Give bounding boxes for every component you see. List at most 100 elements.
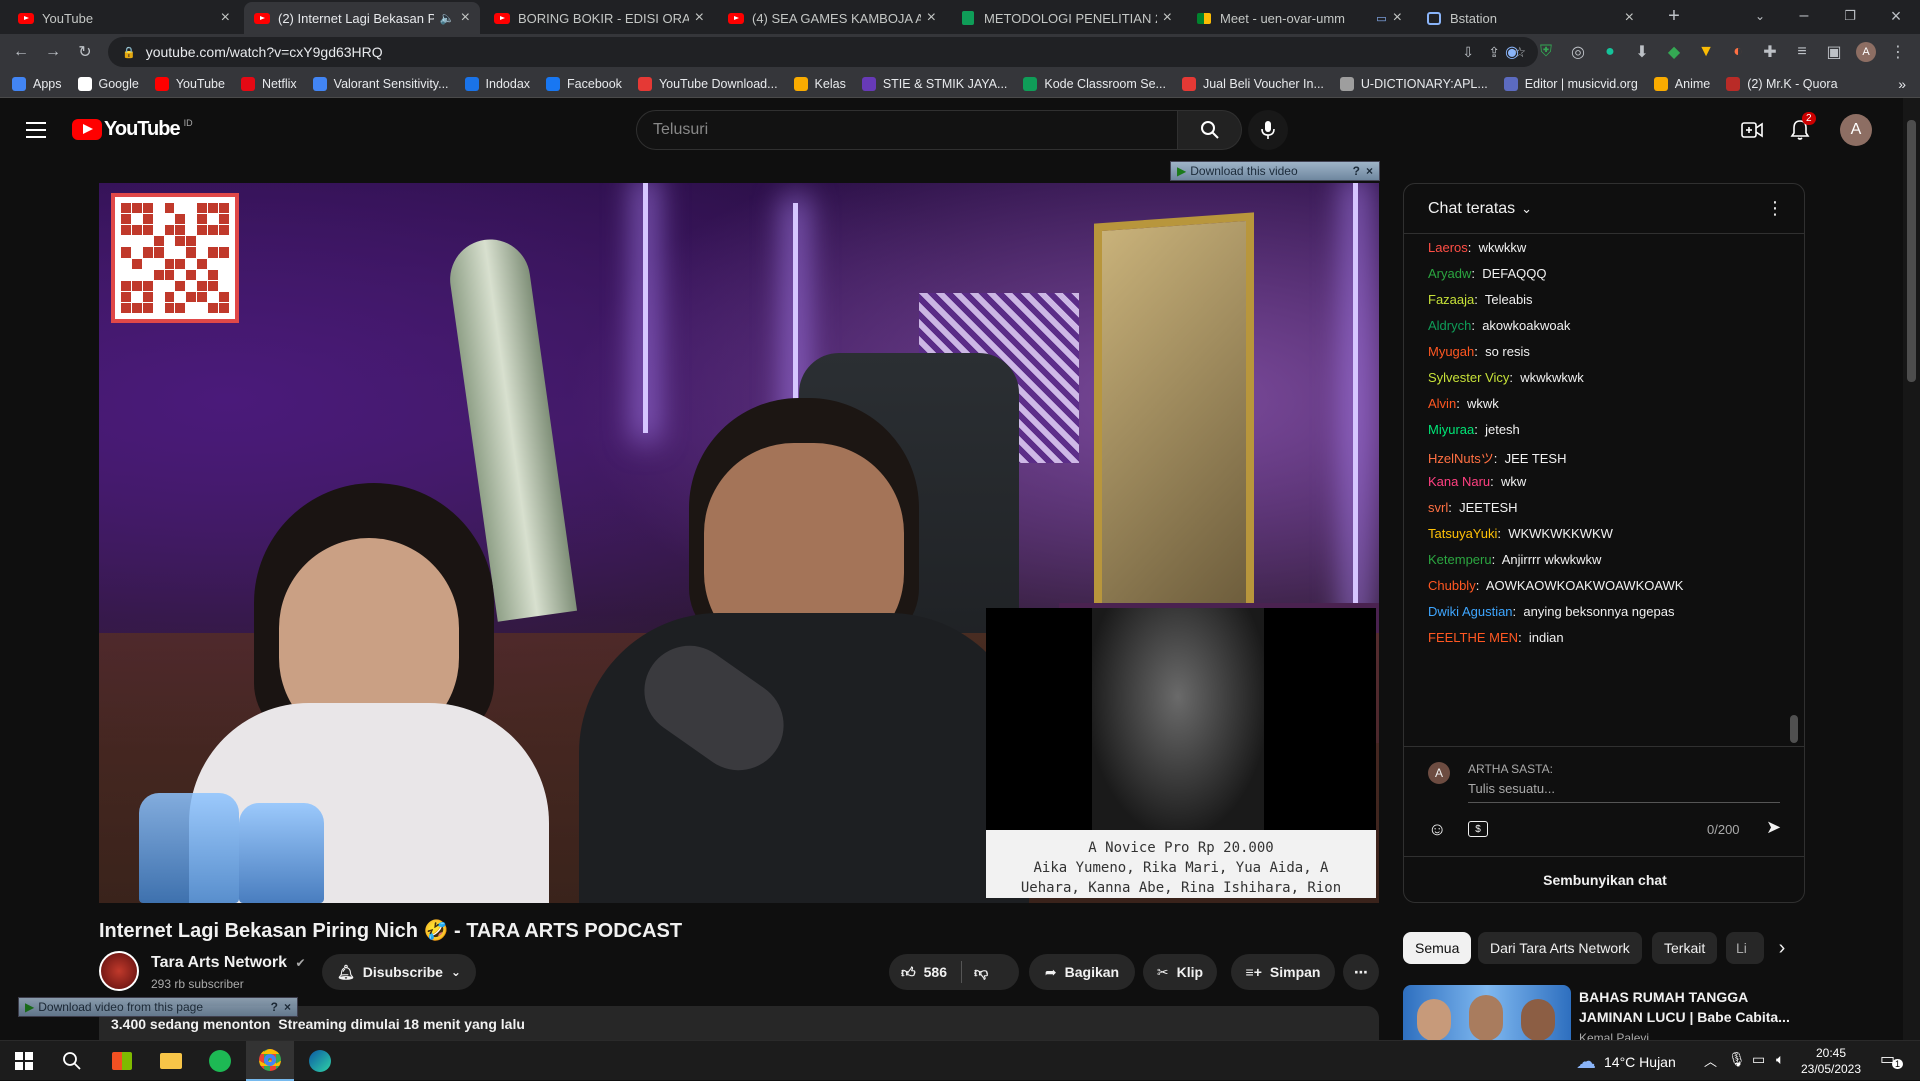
bookmark-item[interactable]: Editor | musicvid.org: [1503, 76, 1638, 91]
recommended-video-thumbnail[interactable]: [1403, 985, 1571, 1040]
voice-search-button[interactable]: [1248, 110, 1288, 150]
bookmark-item[interactable]: Kelas: [793, 76, 846, 91]
chevron-up-icon[interactable]: ︿: [1704, 1051, 1717, 1070]
bookmark-item[interactable]: Anime: [1653, 76, 1710, 91]
minimize-icon[interactable]: –: [1792, 4, 1816, 28]
notification-center-icon[interactable]: ▭ 1: [1880, 1049, 1904, 1073]
bookmark-item[interactable]: Facebook: [546, 76, 622, 91]
extension-icon[interactable]: ◆: [1662, 40, 1686, 64]
browser-tab[interactable]: YouTube ×: [8, 2, 240, 34]
extension-icon[interactable]: ▼: [1694, 40, 1718, 64]
chat-message[interactable]: TatsuyaYuki: WKWKWKKWKW: [1428, 526, 1613, 541]
chevron-down-icon[interactable]: ⌄: [1521, 201, 1532, 217]
chat-message[interactable]: Aldrych: akowkoakwoak: [1428, 318, 1570, 333]
grammarly-icon[interactable]: ●: [1598, 40, 1622, 64]
bookmark-item[interactable]: Valorant Sensitivity...: [312, 76, 449, 91]
bookmark-item[interactable]: Kode Classroom Se...: [1023, 76, 1166, 91]
bookmark-item[interactable]: Apps: [12, 76, 62, 91]
youtube-logo[interactable]: YouTube ID: [72, 118, 193, 141]
clip-button[interactable]: ✂ Klip: [1143, 954, 1217, 990]
close-icon[interactable]: ×: [284, 1000, 291, 1014]
forward-icon[interactable]: →: [41, 40, 65, 64]
chat-message[interactable]: svrl: JEETESH: [1428, 500, 1518, 515]
close-tab-icon[interactable]: ×: [1163, 9, 1172, 27]
search-input[interactable]: Telusuri: [636, 110, 1178, 150]
super-chat-icon[interactable]: $: [1468, 821, 1488, 837]
help-icon[interactable]: ?: [271, 1000, 278, 1014]
bookmark-item[interactable]: YouTube: [154, 76, 225, 91]
bookmark-item[interactable]: U-DICTIONARY:APL...: [1339, 76, 1488, 91]
chip-related[interactable]: Terkait: [1652, 932, 1718, 964]
tab-search-icon[interactable]: ⌄: [1748, 4, 1772, 28]
microsoft-store-icon[interactable]: [98, 1041, 146, 1081]
browser-tab[interactable]: BORING BOKIR - EDISI ORANG T ×: [484, 2, 714, 34]
extension-icon[interactable]: ◎: [1566, 40, 1590, 64]
like-count[interactable]: 586: [924, 964, 947, 980]
chevron-right-icon[interactable]: ›: [1768, 934, 1796, 962]
install-icon[interactable]: ⇩: [1462, 44, 1474, 61]
chrome-icon[interactable]: [246, 1041, 294, 1081]
close-tab-icon[interactable]: ×: [221, 9, 230, 27]
network-icon[interactable]: ▭: [1752, 1051, 1765, 1068]
menu-dots-icon[interactable]: ⋮: [1886, 40, 1910, 64]
windows-start-icon[interactable]: [0, 1041, 48, 1081]
chat-message[interactable]: Ketemperu: Anjirrrr wkwkwkw: [1428, 552, 1601, 567]
recommended-channel[interactable]: Kemal Palevi: [1579, 1031, 1649, 1040]
channel-avatar[interactable]: [99, 951, 139, 991]
browser-tab[interactable]: Bstation ×: [1416, 2, 1644, 34]
browser-tab[interactable]: (4) SEA GAMES KAMBOJA ANEH ×: [718, 2, 946, 34]
bookmark-item[interactable]: Netflix: [240, 76, 297, 91]
share-icon[interactable]: ⇪: [1488, 44, 1500, 61]
chip-live[interactable]: Li: [1726, 932, 1764, 964]
send-icon[interactable]: ➤: [1766, 817, 1781, 838]
video-player[interactable]: A Novice Pro Rp 20.000 Aika Yumeno, Rika…: [99, 183, 1379, 903]
user-avatar[interactable]: A: [1840, 114, 1872, 146]
search-button[interactable]: [1178, 110, 1242, 150]
chat-message[interactable]: Kana Naru: wkw: [1428, 474, 1526, 489]
browser-tab-active[interactable]: (2) Internet Lagi Bekasan Piring 🔈 ×: [244, 2, 480, 34]
chip-all[interactable]: Semua: [1403, 932, 1472, 964]
close-tab-icon[interactable]: ×: [461, 9, 470, 27]
bookmark-item[interactable]: (2) Mr.K - Quora: [1726, 76, 1838, 91]
file-explorer-icon[interactable]: [147, 1041, 195, 1081]
extension-icon[interactable]: ◉: [1500, 40, 1524, 64]
close-tab-icon[interactable]: ×: [1625, 9, 1634, 27]
share-button[interactable]: ➦ Bagikan: [1029, 954, 1135, 990]
help-icon[interactable]: ?: [1353, 164, 1360, 178]
new-tab-icon[interactable]: +: [1662, 4, 1686, 28]
download-page-overlay[interactable]: ▶ Download video from this page ? ×: [18, 997, 298, 1017]
chat-message[interactable]: Laeros: wkwkkw: [1428, 240, 1526, 255]
chat-message[interactable]: Myugah: so resis: [1428, 344, 1530, 359]
create-video-icon[interactable]: [1738, 116, 1766, 144]
chat-mode-selector[interactable]: Chat teratas: [1428, 200, 1515, 218]
puzzle-icon[interactable]: ✚: [1758, 40, 1782, 64]
more-actions-button[interactable]: ⋯: [1343, 954, 1379, 990]
thumbs-down-icon[interactable]: 👎︎: [974, 964, 988, 981]
hamburger-menu-icon[interactable]: [24, 118, 48, 142]
chat-message[interactable]: Sylvester Vicy: wkwkwkwk: [1428, 370, 1584, 385]
close-window-icon[interactable]: ×: [1884, 4, 1908, 28]
chat-input[interactable]: Tulis sesuatu...: [1468, 781, 1780, 803]
browser-tab[interactable]: METODOLOGI PENELITIAN 2022 ×: [950, 2, 1182, 34]
chat-message[interactable]: Aryadw: DEFAQQQ: [1428, 266, 1547, 281]
save-button[interactable]: ≡+ Simpan: [1231, 954, 1335, 990]
chat-message[interactable]: HzelNutsツ: JEE TESH: [1428, 448, 1566, 467]
chat-message[interactable]: Miyuraa: jetesh: [1428, 422, 1520, 437]
volume-icon[interactable]: 🔈︎: [1776, 1051, 1784, 1068]
clock[interactable]: 20:45 23/05/2023: [1798, 1045, 1864, 1077]
side-panel-icon[interactable]: ▣: [1822, 40, 1846, 64]
emoji-icon[interactable]: ☺: [1428, 819, 1446, 840]
extension-icon[interactable]: ⛨: [1534, 40, 1558, 64]
profile-avatar[interactable]: A: [1854, 40, 1878, 64]
close-icon[interactable]: ×: [1366, 164, 1373, 178]
bookmark-item[interactable]: STIE & STMIK JAYA...: [861, 76, 1007, 91]
browser-tab[interactable]: Meet - uen-ovar-umm ▭ ×: [1186, 2, 1412, 34]
close-tab-icon[interactable]: ×: [927, 9, 936, 27]
bookmark-item[interactable]: Google: [77, 76, 139, 91]
reload-icon[interactable]: ↻: [73, 40, 97, 64]
subscribe-button[interactable]: 🔔︎ Disubscribe ⌄: [322, 954, 476, 990]
search-icon[interactable]: [48, 1041, 96, 1081]
address-bar[interactable]: 🔒 youtube.com/watch?v=cxY9gd63HRQ ⇩ ⇪ ☆: [108, 37, 1538, 67]
hide-chat-button[interactable]: Sembunyikan chat: [1404, 857, 1804, 902]
restore-icon[interactable]: ❐: [1838, 4, 1862, 28]
